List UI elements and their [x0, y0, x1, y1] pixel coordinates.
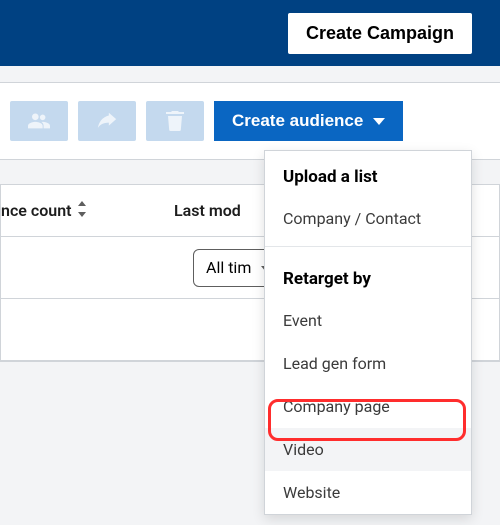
people-icon [28, 112, 50, 130]
column-header-modified-label: Last mod [174, 201, 241, 220]
dropdown-item-lead-gen-form[interactable]: Lead gen form [265, 342, 471, 385]
dropdown-divider [265, 246, 471, 247]
dropdown-item-website[interactable]: Website [265, 471, 471, 514]
dropdown-item-company-contact[interactable]: Company / Contact [265, 197, 471, 240]
top-banner: Create Campaign [0, 0, 500, 66]
column-header-count[interactable]: nce count [1, 201, 174, 220]
dropdown-section-retarget: Retarget by [265, 253, 471, 299]
share-icon [96, 112, 118, 130]
sort-icon [76, 201, 88, 220]
dropdown-item-event[interactable]: Event [265, 299, 471, 342]
column-header-count-label: nce count [1, 201, 72, 220]
dropdown-section-upload: Upload a list [265, 151, 471, 197]
dropdown-item-video[interactable]: Video [265, 428, 471, 471]
toolbar: Create audience [0, 82, 500, 160]
time-filter-label: All tim [206, 258, 251, 277]
people-icon-button[interactable] [10, 101, 68, 141]
create-audience-dropdown: Upload a list Company / Contact Retarget… [264, 150, 472, 515]
create-audience-label: Create audience [232, 111, 363, 131]
create-campaign-button[interactable]: Create Campaign [288, 13, 472, 54]
share-icon-button[interactable] [78, 101, 136, 141]
create-audience-button[interactable]: Create audience [214, 101, 403, 141]
chevron-down-icon [373, 118, 385, 125]
dropdown-item-company-page[interactable]: Company page [265, 385, 471, 428]
trash-icon-button[interactable] [146, 101, 204, 141]
trash-icon [166, 111, 184, 131]
